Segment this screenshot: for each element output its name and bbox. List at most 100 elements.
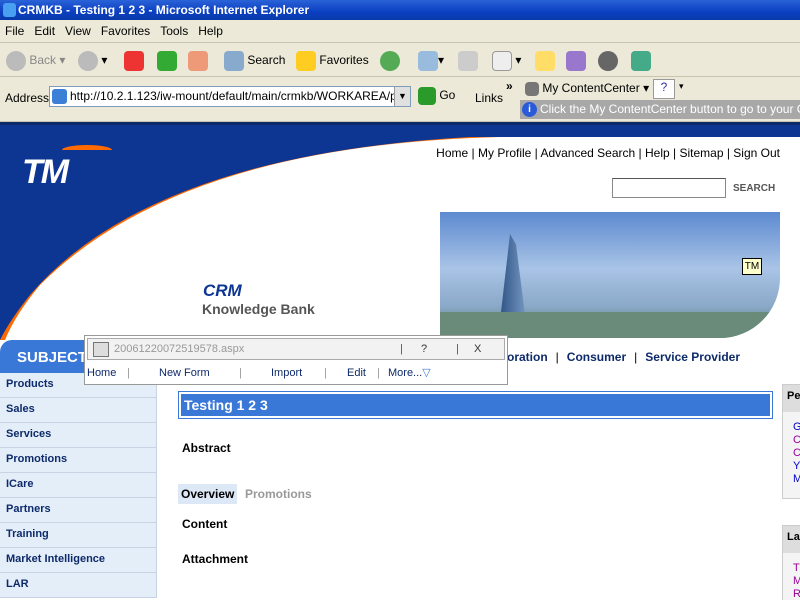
right-link[interactable]: G [783,421,800,434]
edit-popup: 20061220072519578.aspx | ? | X Home | New … [84,335,508,385]
go-arrow-icon [418,87,436,105]
popup-filename: 20061220072519578.aspx [114,343,245,355]
nav-service-provider[interactable]: Service Provider [645,350,740,364]
info-icon: i [522,102,537,117]
right-link[interactable]: R [783,588,800,600]
popup-more[interactable]: More... [388,367,422,379]
popup-import[interactable]: Import [271,367,324,379]
sidebar-item-market-intelligence[interactable]: Market Intelligence [0,548,157,573]
address-bar: Address http://10.2.1.123/iw-mount/defau… [0,77,800,122]
sidebar-item-services[interactable]: Services [0,423,157,448]
chevron-icon[interactable]: » [506,79,513,93]
research-icon [566,50,586,71]
right-link[interactable]: C [783,447,800,460]
menu-file[interactable]: File [0,20,29,38]
mail-button[interactable]: ▾ [418,49,444,71]
attachment-label: Attachment [182,552,249,566]
sidebar-item-sales[interactable]: Sales [0,398,157,423]
link-my-profile[interactable]: My Profile [478,146,531,160]
research-button[interactable] [566,49,586,71]
info-bar[interactable]: i Click the My ContentCenter button to go… [520,100,800,119]
sidebar-item-promotions[interactable]: Promotions [0,448,157,473]
address-label: Address [5,91,50,105]
popup-help-button[interactable]: ? [421,339,427,359]
notes-button[interactable] [535,49,555,71]
search-button[interactable]: Search [224,49,285,71]
star-icon [296,50,316,71]
right-link[interactable]: M [783,575,800,588]
document-title-bar: Testing 1 2 3 [178,391,773,419]
menu-view[interactable]: View [60,20,96,38]
tab-overview[interactable]: Overview [178,484,238,504]
link-advanced-search[interactable]: Advanced Search [540,146,635,160]
right-panel-2-title: La [783,526,800,553]
link-sign-out[interactable]: Sign Out [733,146,780,160]
address-dropdown[interactable]: ▼ [394,87,410,106]
sidebar-item-training[interactable]: Training [0,523,157,548]
knowledge-bank-title: Knowledge Bank [202,301,315,317]
link-sitemap[interactable]: Sitemap [679,146,723,160]
tab-promotions[interactable]: Promotions [245,487,312,501]
history-icon [380,50,400,71]
mail-icon [418,50,438,71]
favorites-button[interactable]: Favorites [296,49,369,71]
go-button[interactable]: Go [418,87,455,105]
content-center-button[interactable]: My ContentCenter ▾ [525,81,649,96]
right-link[interactable]: M [783,473,800,486]
link-home[interactable]: Home [436,146,468,160]
popup-links: Home | New Form | Import | Edit | More...▽ [87,366,431,379]
chevron-down-icon[interactable]: ▽ [422,366,430,379]
home-button[interactable] [188,49,208,71]
sidebar-item-icare[interactable]: ICare [0,473,157,498]
stop-icon [124,50,144,71]
settings-button[interactable] [598,49,618,71]
address-input[interactable]: http://10.2.1.123/iw-mount/default/main/… [49,86,411,107]
print-button[interactable] [458,49,478,71]
right-link[interactable]: C [783,434,800,447]
messenger-button[interactable] [631,49,651,71]
popup-home[interactable]: Home [87,367,127,379]
messenger-icon [631,50,651,71]
menu-help[interactable]: Help [193,20,228,38]
tm-logo[interactable]: TM [22,153,69,192]
menu-favorites[interactable]: Favorites [96,20,155,38]
gear-icon [525,81,539,96]
search-input[interactable] [612,178,726,198]
links-button[interactable]: Links [475,91,503,105]
menu-tools[interactable]: Tools [155,20,193,38]
right-link[interactable]: Y [783,460,800,473]
window-title: CRMKB - Testing 1 2 3 - Microsoft Intern… [18,3,310,17]
right-link[interactable]: T [783,562,800,575]
edit-form-icon [93,342,109,357]
back-button[interactable]: Back ▾ [6,49,65,71]
abstract-label: Abstract [182,441,231,455]
gear-icon [598,50,618,71]
home-icon [188,50,208,71]
link-help[interactable]: Help [645,146,670,160]
popup-edit[interactable]: Edit [347,367,377,379]
window-titlebar: CRMKB - Testing 1 2 3 - Microsoft Intern… [0,0,800,20]
nav-consumer[interactable]: Consumer [567,350,626,364]
help-dropdown-icon[interactable]: ▾ [679,81,684,92]
popup-new-form[interactable]: New Form [159,367,239,379]
search-button[interactable]: SEARCH [733,183,775,194]
tm-badge: TM [742,258,762,275]
forward-icon [78,50,98,71]
help-button[interactable]: ? [653,79,675,99]
forward-button[interactable]: ▾ [78,49,107,71]
right-panel-2: La T M R [782,525,800,600]
refresh-button[interactable] [157,49,177,71]
subject-tab[interactable]: SUBJECT [0,340,95,373]
ie-icon [3,3,16,17]
nav-corporation[interactable]: oration [507,350,548,364]
popup-close-button[interactable]: X [474,339,481,359]
back-icon [6,50,26,71]
print-icon [458,50,478,71]
edit-button[interactable]: ▾ [492,49,521,71]
sidebar-item-lar[interactable]: LAR [0,573,157,598]
history-button[interactable] [380,49,400,71]
stop-button[interactable] [124,49,144,71]
menu-edit[interactable]: Edit [29,20,60,38]
banner-image [440,212,780,338]
sidebar-item-partners[interactable]: Partners [0,498,157,523]
